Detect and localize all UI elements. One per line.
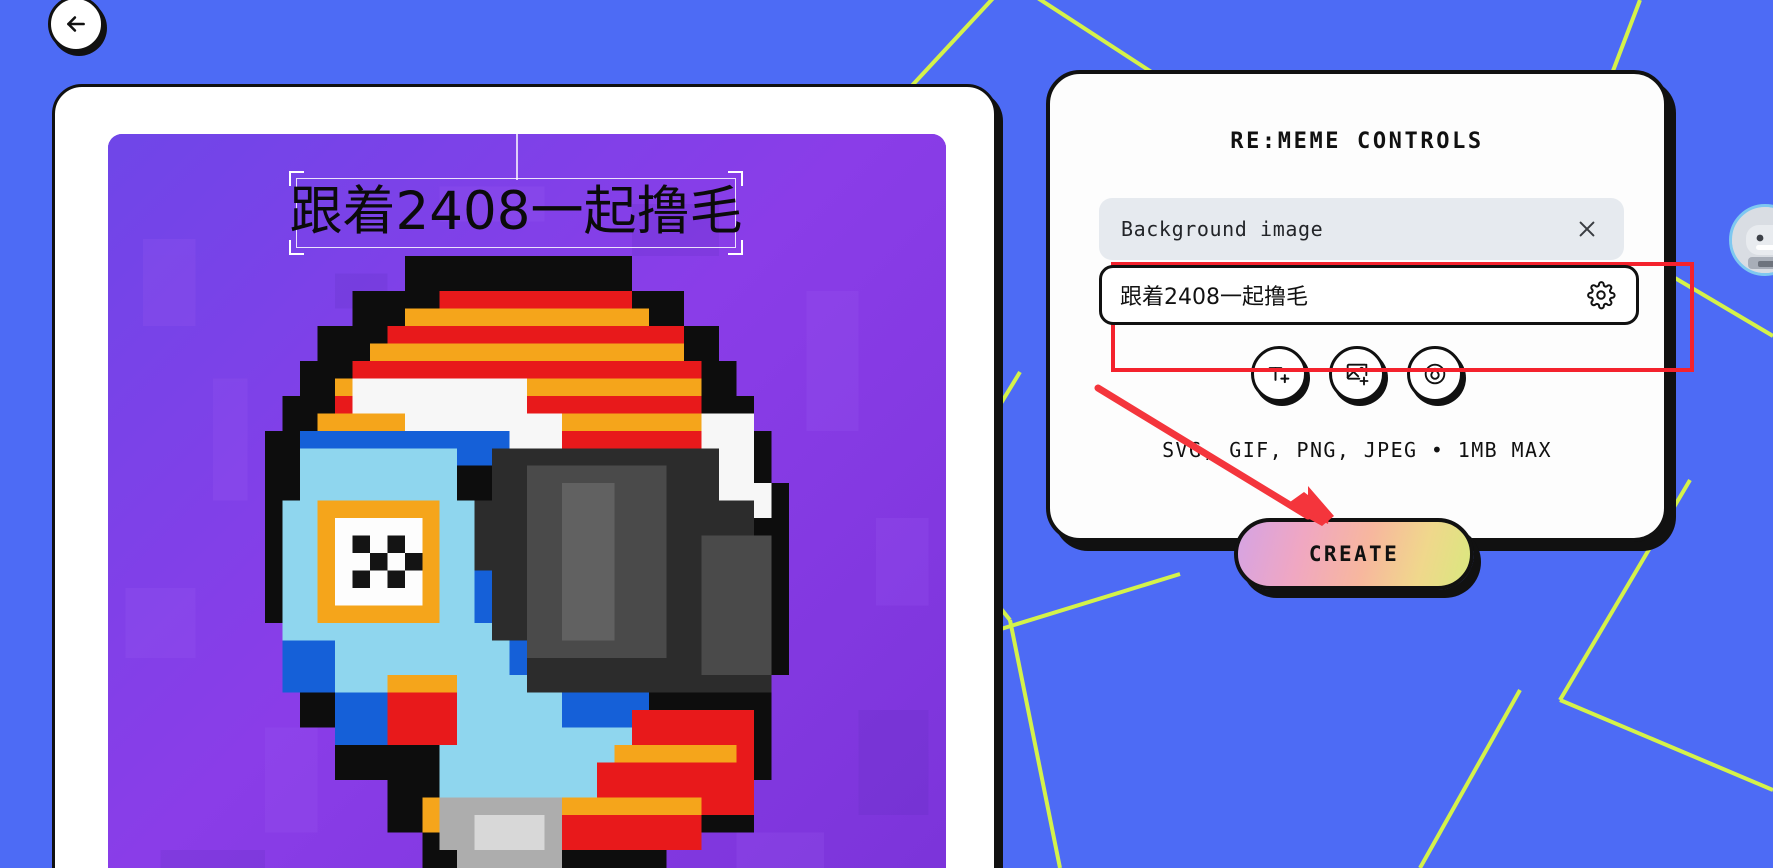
resize-handle-bottom-right[interactable] bbox=[728, 240, 743, 255]
close-icon[interactable] bbox=[1572, 214, 1602, 244]
resize-handle-top-left[interactable] bbox=[289, 171, 304, 186]
meme-text-object[interactable]: 跟着2408一起撸毛 bbox=[289, 134, 743, 255]
meme-text-input[interactable] bbox=[1120, 268, 1584, 322]
gear-icon bbox=[1587, 281, 1616, 310]
resize-handle-top-right[interactable] bbox=[728, 171, 743, 186]
meme-canvas-card: 跟着2408一起撸毛 bbox=[52, 84, 997, 868]
meme-stage[interactable]: 跟着2408一起撸毛 bbox=[108, 134, 946, 868]
format-hint: SVG, GIF, PNG, JPEG • 1MB MAX bbox=[1162, 438, 1552, 462]
background-image-label: Background image bbox=[1121, 217, 1324, 241]
panel-title: RE:MEME CONTROLS bbox=[1230, 129, 1484, 154]
robot-avatar-icon bbox=[1732, 207, 1773, 273]
chat-assistant-button[interactable] bbox=[1729, 204, 1773, 276]
create-button-label: CREATE bbox=[1308, 542, 1400, 566]
meme-text-field-wrap[interactable] bbox=[1099, 265, 1639, 325]
alignment-guide bbox=[516, 134, 518, 180]
create-button[interactable]: CREATE bbox=[1234, 518, 1474, 590]
text-settings-button[interactable] bbox=[1584, 278, 1618, 312]
arrow-left-icon bbox=[67, 16, 85, 32]
selection-box[interactable]: 跟着2408一起撸毛 bbox=[289, 171, 743, 255]
background-image-chip[interactable]: Background image bbox=[1099, 198, 1624, 260]
back-button[interactable] bbox=[48, 0, 104, 52]
resize-handle-bottom-left[interactable] bbox=[289, 240, 304, 255]
meme-text-content: 跟着2408一起撸毛 bbox=[289, 180, 743, 242]
